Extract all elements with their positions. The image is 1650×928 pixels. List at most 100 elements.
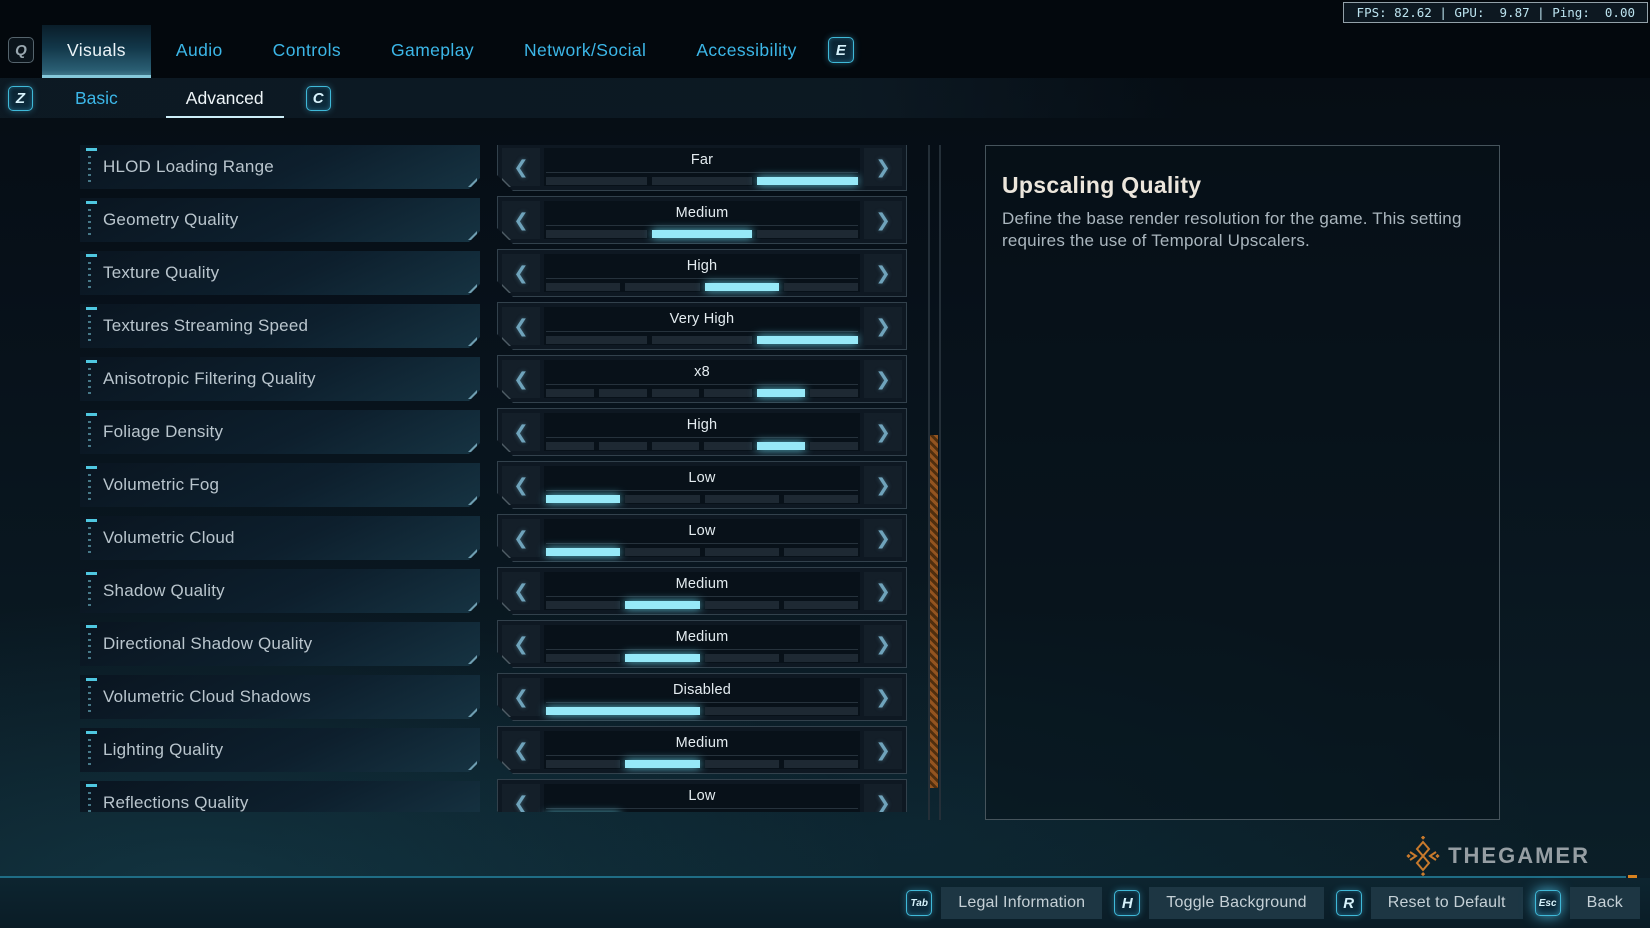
increase-arrow-button[interactable]: ❯ bbox=[864, 307, 902, 345]
back-button[interactable]: Back bbox=[1570, 887, 1640, 919]
track-segment[interactable] bbox=[705, 654, 779, 662]
increase-arrow-button[interactable]: ❯ bbox=[864, 201, 902, 239]
increase-arrow-button[interactable]: ❯ bbox=[864, 466, 902, 504]
setting-row[interactable]: Texture Quality ❮ High ❯ bbox=[80, 251, 907, 295]
increase-arrow-button[interactable]: ❯ bbox=[864, 519, 902, 557]
track-segment-active[interactable] bbox=[625, 654, 699, 662]
track-segment[interactable] bbox=[810, 389, 858, 397]
setting-track[interactable] bbox=[546, 543, 858, 556]
track-segment[interactable] bbox=[625, 495, 699, 503]
track-segment[interactable] bbox=[705, 707, 859, 715]
setting-track[interactable] bbox=[546, 225, 858, 238]
setting-row[interactable]: Anisotropic Filtering Quality ❮ x8 ❯ bbox=[80, 357, 907, 401]
setting-row[interactable]: Volumetric Cloud ❮ Low ❯ bbox=[80, 516, 907, 560]
increase-arrow-button[interactable]: ❯ bbox=[864, 413, 902, 451]
track-segment[interactable] bbox=[757, 230, 858, 238]
increase-arrow-button[interactable]: ❯ bbox=[864, 678, 902, 716]
setting-row[interactable]: Directional Shadow Quality ❮ Medium ❯ bbox=[80, 622, 907, 666]
track-segment-active[interactable] bbox=[757, 442, 805, 450]
setting-row[interactable]: Volumetric Fog ❮ Low ❯ bbox=[80, 463, 907, 507]
track-segment[interactable] bbox=[652, 177, 753, 185]
track-segment-active[interactable] bbox=[546, 548, 620, 556]
track-segment[interactable] bbox=[810, 442, 858, 450]
setting-track[interactable] bbox=[546, 490, 858, 503]
track-segment[interactable] bbox=[625, 548, 699, 556]
track-segment[interactable] bbox=[704, 442, 752, 450]
scrollbar-thumb[interactable] bbox=[930, 435, 938, 788]
track-segment[interactable] bbox=[652, 336, 753, 344]
track-segment[interactable] bbox=[546, 336, 647, 344]
track-segment[interactable] bbox=[705, 601, 779, 609]
track-segment[interactable] bbox=[652, 389, 700, 397]
track-segment[interactable] bbox=[546, 601, 620, 609]
setting-track[interactable] bbox=[546, 384, 858, 397]
setting-row[interactable]: Reflections Quality ❮ Low ❯ bbox=[80, 781, 907, 812]
setting-track[interactable] bbox=[546, 172, 858, 185]
track-segment[interactable] bbox=[784, 495, 858, 503]
subtab-basic[interactable]: Basic bbox=[55, 78, 138, 118]
track-segment-active[interactable] bbox=[546, 495, 620, 503]
track-segment-active[interactable] bbox=[757, 177, 858, 185]
tab-visuals[interactable]: Visuals bbox=[42, 25, 151, 75]
setting-track[interactable] bbox=[546, 808, 858, 812]
setting-row[interactable]: Shadow Quality ❮ Medium ❯ bbox=[80, 569, 907, 613]
track-segment[interactable] bbox=[546, 389, 594, 397]
track-segment-active[interactable] bbox=[757, 336, 858, 344]
increase-arrow-button[interactable]: ❯ bbox=[864, 731, 902, 769]
increase-arrow-button[interactable]: ❯ bbox=[864, 625, 902, 663]
setting-row[interactable]: Volumetric Cloud Shadows ❮ Disabled ❯ bbox=[80, 675, 907, 719]
track-segment[interactable] bbox=[546, 230, 647, 238]
track-segment[interactable] bbox=[784, 283, 858, 291]
track-segment[interactable] bbox=[784, 760, 858, 768]
setting-row[interactable]: Geometry Quality ❮ Medium ❯ bbox=[80, 198, 907, 242]
track-segment[interactable] bbox=[784, 548, 858, 556]
toggle-background-button[interactable]: Toggle Background bbox=[1149, 887, 1323, 919]
increase-arrow-button[interactable]: ❯ bbox=[864, 148, 902, 186]
track-segment[interactable] bbox=[704, 389, 752, 397]
tab-gameplay[interactable]: Gameplay bbox=[366, 25, 499, 75]
track-segment[interactable] bbox=[599, 389, 647, 397]
setting-row[interactable]: HLOD Loading Range ❮ Far ❯ bbox=[80, 145, 907, 189]
tab-controls[interactable]: Controls bbox=[248, 25, 366, 75]
track-segment-active[interactable] bbox=[625, 760, 699, 768]
track-segment-active[interactable] bbox=[625, 601, 699, 609]
increase-arrow-button[interactable]: ❯ bbox=[864, 572, 902, 610]
setting-track[interactable] bbox=[546, 278, 858, 291]
track-segment[interactable] bbox=[705, 495, 779, 503]
track-segment[interactable] bbox=[546, 442, 594, 450]
track-segment[interactable] bbox=[784, 601, 858, 609]
track-segment[interactable] bbox=[546, 654, 620, 662]
track-segment[interactable] bbox=[705, 548, 779, 556]
setting-track[interactable] bbox=[546, 755, 858, 768]
track-segment[interactable] bbox=[652, 442, 700, 450]
tab-audio[interactable]: Audio bbox=[151, 25, 248, 75]
setting-track[interactable] bbox=[546, 649, 858, 662]
increase-arrow-button[interactable]: ❯ bbox=[864, 784, 902, 812]
track-segment-active[interactable] bbox=[705, 283, 779, 291]
track-segment[interactable] bbox=[599, 442, 647, 450]
tab-network-social[interactable]: Network/Social bbox=[499, 25, 671, 75]
setting-track[interactable] bbox=[546, 331, 858, 344]
decrease-arrow-button[interactable]: ❮ bbox=[502, 784, 540, 812]
setting-track[interactable] bbox=[546, 702, 858, 715]
setting-row[interactable]: Textures Streaming Speed ❮ Very High ❯ bbox=[80, 304, 907, 348]
track-segment[interactable] bbox=[705, 760, 779, 768]
track-segment[interactable] bbox=[546, 177, 647, 185]
setting-row[interactable]: Lighting Quality ❮ Medium ❯ bbox=[80, 728, 907, 772]
reset-to-default-button[interactable]: Reset to Default bbox=[1371, 887, 1523, 919]
track-segment-active[interactable] bbox=[546, 707, 700, 715]
increase-arrow-button[interactable]: ❯ bbox=[864, 254, 902, 292]
legal-information-button[interactable]: Legal Information bbox=[941, 887, 1102, 919]
setting-track[interactable] bbox=[546, 437, 858, 450]
subtab-advanced[interactable]: Advanced bbox=[166, 78, 284, 118]
track-segment-active[interactable] bbox=[652, 230, 753, 238]
tab-accessibility[interactable]: Accessibility bbox=[671, 25, 822, 75]
track-segment-active[interactable] bbox=[757, 389, 805, 397]
track-segment[interactable] bbox=[625, 283, 699, 291]
setting-row[interactable]: Foliage Density ❮ High ❯ bbox=[80, 410, 907, 454]
track-segment[interactable] bbox=[546, 760, 620, 768]
increase-arrow-button[interactable]: ❯ bbox=[864, 360, 902, 398]
setting-track[interactable] bbox=[546, 596, 858, 609]
track-segment[interactable] bbox=[546, 283, 620, 291]
track-segment[interactable] bbox=[784, 654, 858, 662]
